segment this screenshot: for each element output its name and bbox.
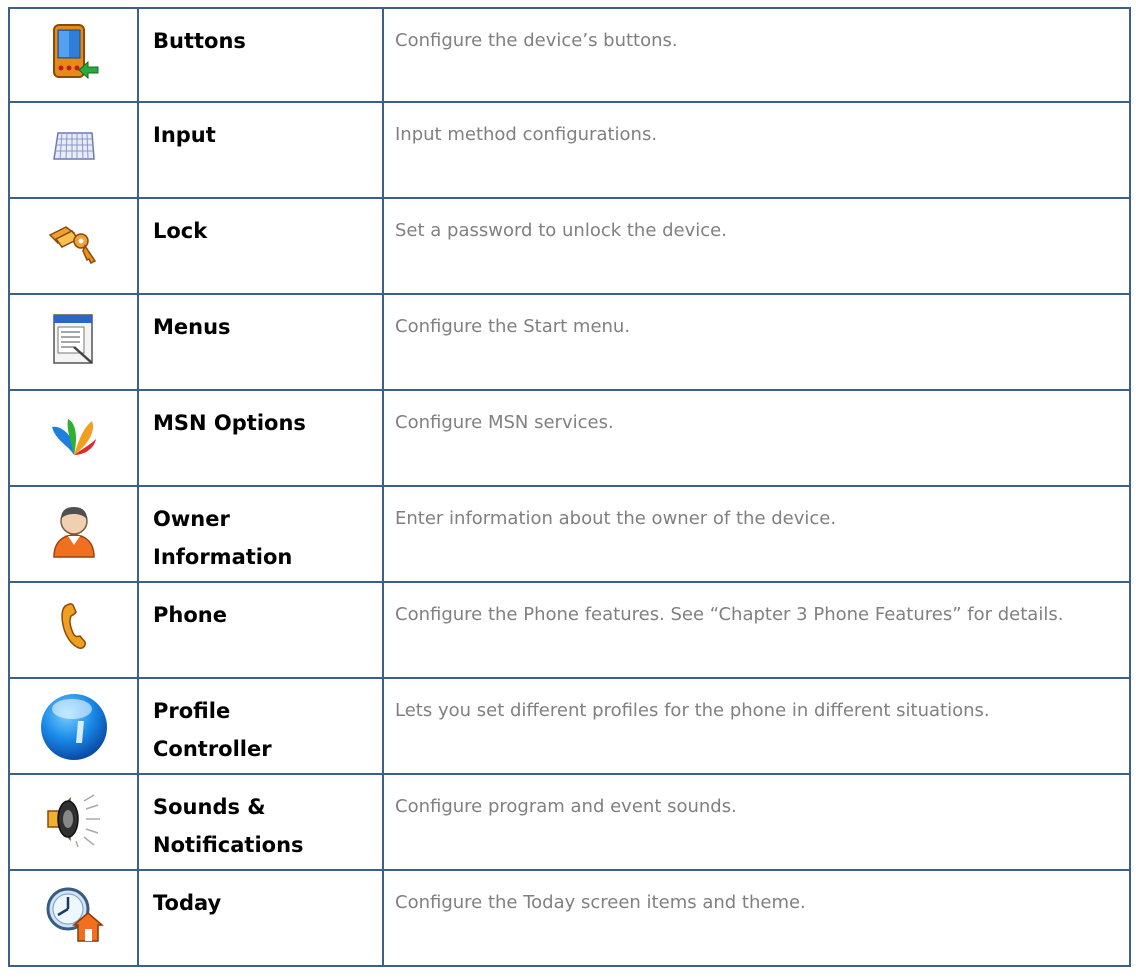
description-cell: Configure MSN services. xyxy=(382,389,1131,487)
icon-cell xyxy=(8,773,139,871)
setting-name[interactable]: Owner Information xyxy=(139,487,382,576)
setting-name[interactable]: Buttons xyxy=(139,9,382,60)
owner-person-icon xyxy=(52,507,95,558)
description-cell: Lets you set different profiles for the … xyxy=(382,677,1131,775)
pda-buttons-icon xyxy=(52,24,98,80)
lock-keys-icon xyxy=(48,226,96,265)
name-cell: Today xyxy=(137,869,384,967)
msn-butterfly-icon xyxy=(51,419,96,455)
icon-cell xyxy=(8,389,139,487)
icon-cell xyxy=(8,581,139,679)
name-cell: Phone xyxy=(137,581,384,679)
description-cell: Configure the Start menu. xyxy=(382,293,1131,391)
table-row: Input Input method configurations. xyxy=(8,101,1131,199)
icon-cell xyxy=(8,293,139,391)
table-row: Sounds & Notifications Configure program… xyxy=(8,773,1131,871)
description-cell: Configure the Today screen items and the… xyxy=(382,869,1131,967)
setting-name[interactable]: Phone xyxy=(139,583,382,634)
settings-table: Buttons Configure the device’s buttons. xyxy=(8,7,1131,967)
name-cell: Input xyxy=(137,101,384,199)
speaker-icon xyxy=(46,794,100,848)
setting-description: Configure the Phone features. See “Chapt… xyxy=(395,604,1064,625)
setting-name[interactable]: Profile Controller xyxy=(139,679,382,768)
name-cell: MSN Options xyxy=(137,389,384,487)
setting-name[interactable]: Lock xyxy=(139,199,382,250)
setting-description: Input method configurations. xyxy=(395,124,658,145)
clock-home-icon xyxy=(46,887,104,942)
name-cell: Menus xyxy=(137,293,384,391)
setting-name[interactable]: Sounds & Notifications xyxy=(139,775,382,864)
table-row: Menus Configure the Start menu. xyxy=(8,293,1131,391)
icon-cell xyxy=(8,869,139,967)
setting-description: Configure the Start menu. xyxy=(395,316,631,337)
menu-window-icon xyxy=(52,314,93,364)
name-cell: Lock xyxy=(137,197,384,295)
description-cell: Enter information about the owner of the… xyxy=(382,485,1131,583)
setting-description: Configure the device’s buttons. xyxy=(395,30,678,51)
setting-description: Configure MSN services. xyxy=(395,412,614,433)
table-row: Today Configure the Today screen items a… xyxy=(8,869,1131,967)
keyboard-icon xyxy=(52,132,95,160)
description-cell: Configure the device’s buttons. xyxy=(382,7,1131,103)
icon-cell xyxy=(8,101,139,199)
setting-description: Lets you set different profiles for the … xyxy=(395,700,990,721)
table-row: Lock Set a password to unlock the device… xyxy=(8,197,1131,295)
blue-globe-icon xyxy=(40,694,107,760)
icon-cell xyxy=(8,7,139,103)
name-cell: Owner Information xyxy=(137,485,384,583)
icon-cell xyxy=(8,485,139,583)
setting-name[interactable]: MSN Options xyxy=(139,391,382,442)
table-row: MSN Options Configure MSN services. xyxy=(8,389,1131,487)
description-cell: Input method configurations. xyxy=(382,101,1131,199)
setting-description: Configure program and event sounds. xyxy=(395,796,737,817)
name-cell: Profile Controller xyxy=(137,677,384,775)
setting-name[interactable]: Menus xyxy=(139,295,382,346)
description-cell: Configure program and event sounds. xyxy=(382,773,1131,871)
phone-handset-icon xyxy=(60,603,86,649)
setting-name[interactable]: Today xyxy=(139,871,382,922)
description-cell: Set a password to unlock the device. xyxy=(382,197,1131,295)
icon-cell xyxy=(8,197,139,295)
table-row: Buttons Configure the device’s buttons. xyxy=(8,7,1131,103)
table-row: Profile Controller Lets you set differen… xyxy=(8,677,1131,775)
name-cell: Sounds & Notifications xyxy=(137,773,384,871)
table-row: Phone Configure the Phone features. See … xyxy=(8,581,1131,679)
table-row: Owner Information Enter information abou… xyxy=(8,485,1131,583)
icon-cell xyxy=(8,677,139,775)
setting-description: Enter information about the owner of the… xyxy=(395,508,837,529)
name-cell: Buttons xyxy=(137,7,384,103)
setting-description: Set a password to unlock the device. xyxy=(395,220,727,241)
description-cell: Configure the Phone features. See “Chapt… xyxy=(382,581,1131,679)
setting-description: Configure the Today screen items and the… xyxy=(395,892,806,913)
setting-name[interactable]: Input xyxy=(139,103,382,154)
